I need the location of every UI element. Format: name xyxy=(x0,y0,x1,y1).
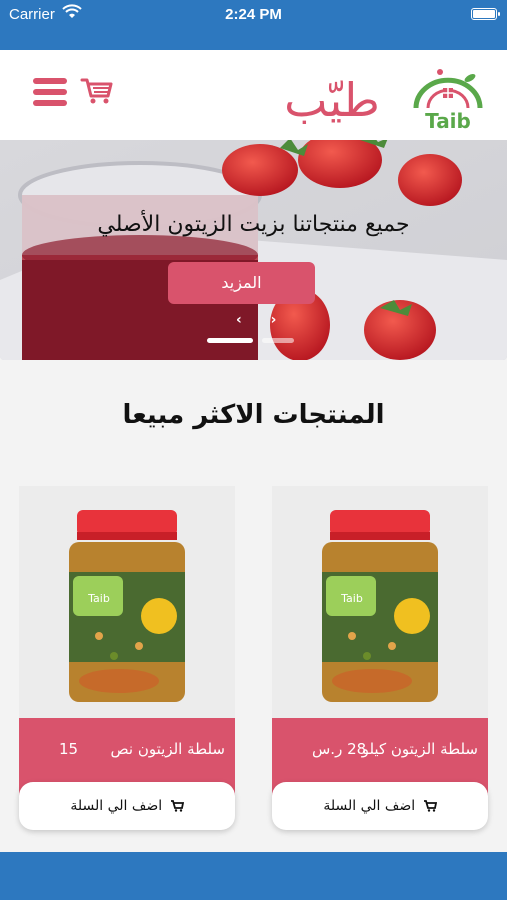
hero-arrows[interactable]: ‹ › xyxy=(236,312,288,328)
product-image[interactable]: Taib xyxy=(272,486,488,718)
hero-more-button[interactable]: المزيد xyxy=(168,262,315,304)
bottom-bar xyxy=(0,852,507,900)
svg-text:Taib: Taib xyxy=(87,592,110,605)
carousel-dot-active[interactable] xyxy=(207,338,253,343)
svg-text:Taib: Taib xyxy=(340,592,363,605)
cart-icon xyxy=(423,800,437,812)
status-time: 2:24 PM xyxy=(225,6,282,23)
app-logo[interactable]: طيّب Taib xyxy=(268,64,490,138)
logo-latin-text: Taib xyxy=(425,109,471,133)
best-sellers-title: المنتجات الاكثر مبيعا xyxy=(122,400,385,430)
top-navbar: طيّب Taib xyxy=(0,50,507,140)
add-to-cart-button[interactable]: اضف الي السلة xyxy=(19,782,235,830)
battery-icon xyxy=(471,8,500,20)
add-to-cart-button[interactable]: اضف الي السلة xyxy=(272,782,488,830)
product-price: 28 ر.س xyxy=(312,740,367,758)
product-card[interactable]: Taib سلطة الزيتون نص 15 اضف الي السلة xyxy=(19,486,235,831)
cart-icon[interactable] xyxy=(80,76,114,110)
add-to-cart-label: اضف الي السلة xyxy=(323,798,416,814)
product-name: سلطة الزيتون نص xyxy=(110,740,225,758)
product-name: سلطة الزيتون كيلو xyxy=(361,740,478,758)
product-image[interactable]: Taib xyxy=(19,486,235,718)
hero-title: جميع منتجاتنا بزيت الزيتون الأصلي xyxy=(97,212,410,237)
status-bar: Carrier 2:24 PM xyxy=(0,0,507,50)
product-price: 15 xyxy=(59,740,79,758)
add-to-cart-label: اضف الي السلة xyxy=(70,798,163,814)
cart-icon xyxy=(170,800,184,812)
menu-icon[interactable] xyxy=(33,78,67,108)
product-card[interactable]: Taib سلطة الزيتون كيلو 28 ر.س اضف الي ال… xyxy=(272,486,488,831)
logo-arabic-text: طيّب xyxy=(284,73,380,127)
hero-banner[interactable]: جميع منتجاتنا بزيت الزيتون الأصلي المزيد… xyxy=(0,140,507,360)
carousel-dot[interactable] xyxy=(262,338,294,343)
